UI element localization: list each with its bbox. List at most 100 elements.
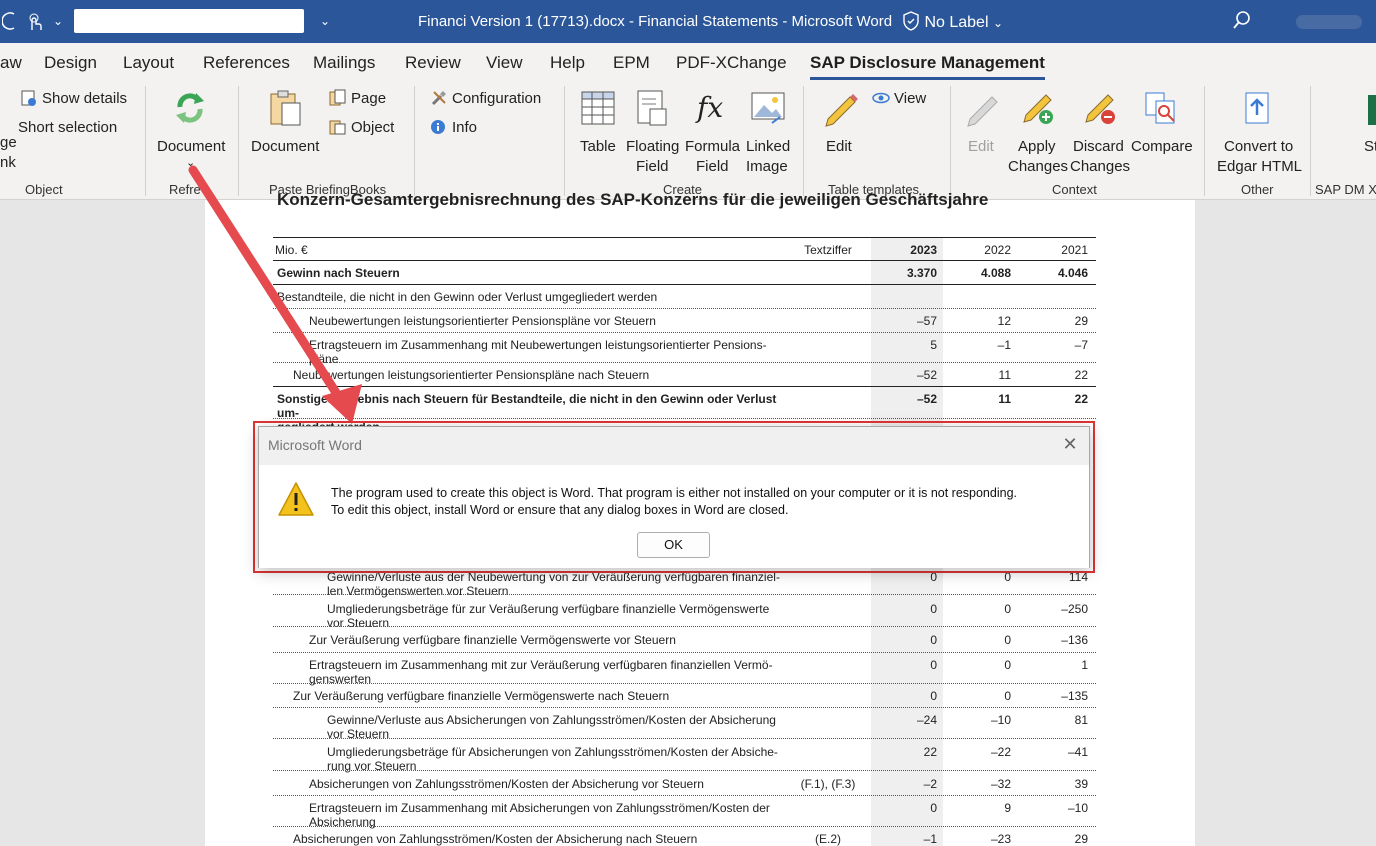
dropdown-icon[interactable]: ⌄	[53, 14, 63, 28]
tab-references[interactable]: References	[203, 53, 290, 73]
group-separator	[950, 86, 951, 196]
group-separator	[238, 86, 239, 196]
template-view-button[interactable]: View	[872, 89, 932, 109]
paste-document-button[interactable]: Document	[248, 87, 326, 167]
discard-changes-button[interactable]: Discard Changes	[1068, 87, 1130, 175]
row-label-line: Neubewertungen leistungsorientierter Pen…	[309, 314, 656, 328]
row-value-2021: 22	[1074, 368, 1088, 382]
row-value-2023: 22	[923, 745, 937, 759]
row-value-2022: –22	[990, 745, 1011, 759]
create-table-button[interactable]: Table	[576, 87, 620, 167]
sensitivity-label[interactable]: No Label ⌄	[902, 11, 1003, 32]
group-label-refresh: Refre	[169, 182, 201, 197]
tab-review[interactable]: Review	[405, 53, 461, 73]
table-row[interactable]: Gewinne/Verluste aus Absicherungen von Z…	[273, 708, 1096, 741]
table-row[interactable]: Absicherungen von Zahlungsströmen/Kosten…	[273, 827, 1096, 846]
info-label: Info	[452, 119, 478, 136]
compare-button[interactable]: Compare	[1130, 87, 1194, 167]
table-row[interactable]: Bestandteile, die nicht in den Gewinn od…	[273, 285, 1096, 309]
tab-epm[interactable]: EPM	[613, 53, 650, 73]
paste-object-button[interactable]: Object	[329, 118, 409, 138]
row-label: Zur Veräußerung verfügbare finanzielle V…	[293, 689, 803, 703]
row-label-line: Zur Veräußerung verfügbare finanzielle V…	[293, 689, 670, 703]
floating-field-icon	[637, 90, 667, 126]
tab-mailings[interactable]: Mailings	[313, 53, 375, 73]
row-value-2022: 4.088	[980, 266, 1011, 280]
table-row[interactable]: Neubewertungen leistungsorientierter Pen…	[273, 309, 1096, 333]
error-dialog: Microsoft Word ✕ The program used to cre…	[258, 426, 1090, 568]
touch-icon[interactable]	[26, 12, 44, 37]
short-selection-button[interactable]: Short selection	[18, 118, 117, 138]
discard-changes-label-2: Changes	[1070, 158, 1131, 175]
row-label-line: Ertragsteuern im Zusammenhang mit Neubew…	[309, 338, 767, 352]
tab-sap-disclosure-management[interactable]: SAP Disclosure Management	[810, 53, 1045, 80]
row-value-2022: 12	[997, 314, 1011, 328]
tab-help[interactable]: Help	[550, 53, 585, 73]
floating-field-label-1: Floating	[626, 138, 680, 155]
row-value-2021: 39	[1074, 777, 1088, 791]
tab-layout[interactable]: Layout	[123, 53, 174, 73]
sapdm-partial-button[interactable]: St	[1352, 87, 1376, 167]
compare-label: Compare	[1131, 138, 1193, 155]
table-row[interactable]: Zur Veräußerung verfügbare finanzielle V…	[273, 684, 1096, 708]
row-value-2022: 0	[1004, 633, 1011, 647]
table-row[interactable]: Ertragsteuern im Zusammenhang mit Absich…	[273, 796, 1096, 829]
search-icon[interactable]	[1232, 10, 1252, 35]
table-row[interactable]: Ertragsteuern im Zusammenhang mit zur Ve…	[273, 653, 1096, 686]
settings-doc-icon	[21, 90, 36, 106]
row-value-2023: –52	[916, 368, 937, 382]
row-value-2023: 5	[930, 338, 937, 352]
table-row[interactable]: Sonstiges Ergebnis nach Steuern für Best…	[273, 387, 1096, 434]
group-label-object: Object	[25, 182, 63, 197]
row-rule	[273, 770, 1096, 771]
user-account[interactable]	[1296, 15, 1362, 29]
show-details-button[interactable]: Show details	[20, 89, 127, 112]
pencil-add-icon	[1023, 94, 1053, 124]
row-value-2022: –1	[997, 338, 1011, 352]
row-label: Gewinne/Verluste aus Absicherungen von Z…	[327, 713, 837, 741]
shield-icon	[903, 11, 919, 31]
table-row[interactable]: Ertragsteuern im Zusammenhang mit Neubew…	[273, 333, 1096, 366]
row-value-2021: 81	[1074, 713, 1088, 727]
info-button[interactable]: Info	[430, 118, 510, 138]
svg-text:fx: fx	[695, 91, 723, 124]
customize-icon[interactable]: ⌄	[320, 14, 330, 28]
table-row[interactable]: Umgliederungsbeträge für Absicherungen v…	[273, 740, 1096, 773]
row-value-2023: 0	[930, 658, 937, 672]
linked-image-button[interactable]: Linked Image	[744, 87, 794, 175]
convert-to-edgar-html-button[interactable]: Convert to Edgar HTML	[1212, 87, 1304, 175]
tab-design[interactable]: Design	[44, 53, 97, 73]
dialog-message-line-1: The program used to create this object i…	[331, 486, 1017, 500]
row-label-line: Gewinne/Verluste aus Absicherungen von Z…	[327, 713, 776, 727]
row-label-line: Zur Veräußerung verfügbare finanzielle V…	[309, 633, 676, 647]
template-edit-button[interactable]: Edit	[818, 87, 862, 167]
table-row[interactable]: Umgliederungsbeträge für zur Veräußerung…	[273, 597, 1096, 630]
template-view-label: View	[894, 90, 927, 107]
configuration-button[interactable]: Configuration	[430, 89, 560, 109]
paste-page-button[interactable]: Page	[329, 89, 409, 109]
compare-icon	[1145, 92, 1175, 124]
title-bar: ⌄ ⌄ Financi Version 1 (17713).docx - Fin…	[0, 0, 1376, 43]
row-label-line: len Vermögenswerten vor Steuern	[327, 584, 509, 598]
floating-field-button[interactable]: Floating Field	[624, 87, 682, 175]
tab-pdf-xchange[interactable]: PDF-XChange	[676, 53, 787, 73]
tab-draw[interactable]: aw	[0, 53, 22, 73]
export-html-icon	[1245, 92, 1269, 124]
table-row[interactable]: Absicherungen von Zahlungsströmen/Kosten…	[273, 772, 1096, 796]
refresh-document-button[interactable]: Document ⌄	[152, 87, 230, 169]
dialog-message: The program used to create this object i…	[331, 485, 1017, 519]
close-icon[interactable]: ✕	[1059, 433, 1081, 455]
table-row[interactable]: Neubewertungen leistungsorientierter Pen…	[273, 363, 1096, 387]
table-row[interactable]: Gewinn nach Steuern 3.370 4.088 4.046	[273, 261, 1096, 285]
paste-page-label: Page	[351, 90, 387, 107]
row-value-2021: –136	[1061, 633, 1088, 647]
ok-button[interactable]: OK	[637, 532, 710, 558]
group-separator	[1204, 86, 1205, 196]
header-label: Mio. €	[275, 243, 308, 257]
tab-view[interactable]: View	[486, 53, 523, 73]
formula-field-button[interactable]: fx Formula Field	[684, 87, 742, 175]
file-name-box[interactable]	[74, 9, 304, 33]
table-row[interactable]: Zur Veräußerung verfügbare finanzielle V…	[273, 628, 1096, 653]
apply-changes-button[interactable]: Apply Changes	[1006, 87, 1068, 175]
refresh-icon[interactable]	[1, 12, 16, 35]
